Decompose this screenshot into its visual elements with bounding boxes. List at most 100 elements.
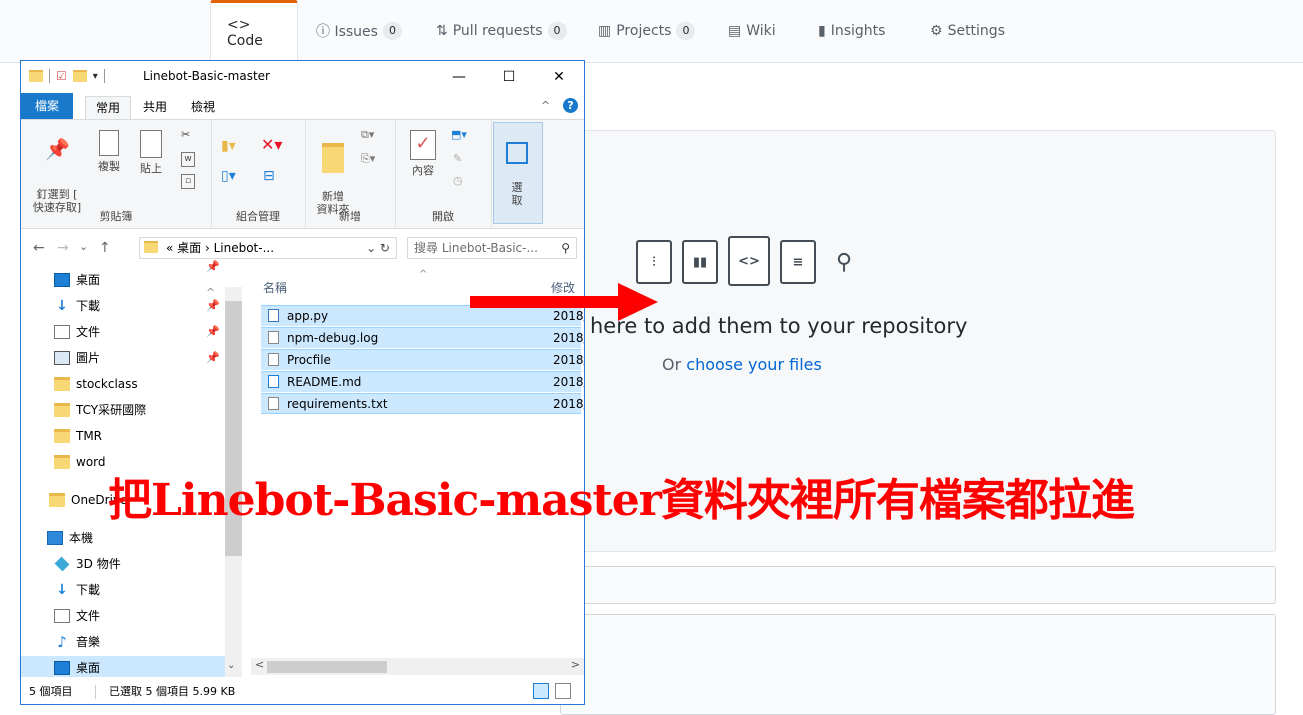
pin-quick-access-button[interactable]: 📌 釘選到 [ 快速存取] — [27, 130, 87, 214]
organize-group: ▮▾ ✕▾ ▯▾ ⊟ 組合管理 — [211, 120, 306, 228]
nav-item-label: 3D 物件 — [76, 557, 121, 571]
copy-path-icon[interactable]: w — [181, 152, 195, 167]
file-scrollbar-thumb[interactable] — [267, 661, 387, 673]
nav-item-tcy[interactable]: TCY采研國際 — [54, 397, 146, 423]
minimize-button[interactable]: — — [441, 65, 477, 89]
pull-request-icon: ⇅ — [436, 23, 448, 39]
recent-locations-icon[interactable]: ⌄ — [79, 240, 88, 253]
tab-insights-label: Insights — [830, 23, 886, 39]
properties-button[interactable]: ✓ 內容 — [405, 130, 441, 177]
new-group: 新增 資料夾 ⧉▾ ⎘▾ 新增 — [305, 120, 396, 228]
nav-item-pictures[interactable]: 圖片 📌 — [54, 345, 220, 371]
edit-icon[interactable]: ✎ — [453, 152, 462, 165]
refresh-icon[interactable]: ⌄ ↻ — [366, 238, 390, 258]
file-row[interactable]: requirements.txt 2018/ — [261, 393, 584, 414]
nav-item-this-pc[interactable]: 本機 — [47, 525, 93, 551]
select-group[interactable]: 選 取 — [493, 122, 543, 224]
nav-item-label: 桌面 — [76, 273, 101, 287]
close-button[interactable]: ✕ — [541, 65, 577, 89]
paste-shortcut-icon[interactable]: ▫ — [181, 174, 195, 189]
file-row[interactable]: Procfile 2018/ — [261, 349, 584, 370]
explorer-titlebar[interactable]: ☑ ▾ Linebot-Basic-master — ☐ ✕ — [21, 61, 584, 92]
new-group-label: 新增 — [339, 210, 361, 223]
commit-summary-input[interactable] — [560, 566, 1276, 604]
copy-button[interactable]: 複製 — [91, 130, 127, 173]
nav-item-desktop-selected[interactable] — [21, 656, 225, 677]
rename-icon[interactable]: ⊟ — [263, 169, 275, 183]
tab-issues[interactable]: ⓘ Issues 0 — [300, 0, 418, 62]
select-button[interactable]: 選 取 — [500, 129, 534, 207]
back-icon[interactable]: ← — [33, 240, 45, 256]
cut-icon[interactable]: ✂ — [181, 128, 190, 141]
nav-item-music[interactable]: ♪ 音樂 — [54, 629, 100, 655]
nav-item-desktop[interactable]: 桌面 📌 ^ — [54, 260, 220, 299]
download-icon: ↓ — [56, 582, 68, 598]
tab-projects[interactable]: ▥ Projects 0 — [582, 0, 711, 62]
history-icon[interactable]: ◷ — [453, 174, 463, 187]
ribbon-tab-view[interactable]: 檢視 — [181, 96, 225, 118]
file-name: app.py — [287, 309, 329, 323]
scroll-left-icon[interactable]: < — [255, 658, 264, 671]
nav-item-label: 文件 — [76, 609, 101, 623]
nav-scroll-down-icon[interactable]: ⌄ — [227, 660, 235, 671]
folder-icon — [54, 377, 70, 391]
nav-item-tmr[interactable]: TMR — [54, 423, 102, 449]
file-date: 2018/ — [553, 331, 584, 345]
tab-code[interactable]: <> Code — [210, 0, 298, 63]
easy-access-icon[interactable]: ⎘▾ — [361, 152, 375, 165]
nav-item-label: 文件 — [76, 325, 101, 339]
tab-pull-requests-label: Pull requests — [452, 23, 543, 39]
status-selected: 已選取 5 個項目 5.99 KB — [109, 685, 236, 698]
new-folder-button[interactable]: 新增 資料夾 — [313, 130, 353, 216]
up-icon[interactable]: ↑ — [99, 240, 111, 256]
nav-item-word[interactable]: word — [54, 449, 106, 475]
maximize-button[interactable]: ☐ — [491, 65, 527, 89]
large-icons-view-icon[interactable] — [555, 683, 571, 699]
open-icon[interactable]: ⬒▾ — [451, 128, 467, 141]
column-header-name[interactable]: 名稱 — [263, 279, 287, 296]
file-row[interactable]: README.md 2018/ — [261, 371, 584, 392]
chart-file-icon: ▮▮ — [682, 240, 718, 284]
nav-item-3d-objects[interactable]: 3D 物件 — [54, 551, 121, 577]
new-folder-icon[interactable] — [72, 70, 87, 82]
collapse-ribbon-icon[interactable]: ^ — [541, 99, 550, 112]
paste-button[interactable]: 貼上 — [133, 130, 169, 175]
scroll-right-icon[interactable]: > — [571, 658, 580, 671]
ribbon-tab-file[interactable]: 檔案 — [21, 93, 74, 119]
address-bar[interactable]: « 桌面 › Linebot-... ⌄ ↻ — [139, 237, 397, 259]
file-date: 2018/ — [553, 375, 584, 389]
nav-item-downloads[interactable]: ↓ 下載 📌 — [54, 293, 220, 319]
customize-toolbar-icon[interactable]: ▾ — [93, 71, 98, 82]
nav-item-desktop-pc[interactable]: 桌面 — [54, 655, 100, 681]
copy-to-icon[interactable]: ▯▾ — [221, 169, 236, 183]
nav-item-downloads-pc[interactable]: ↓ 下載 — [54, 577, 100, 603]
pin-icon: 📌 — [206, 351, 220, 364]
tab-wiki[interactable]: ▤ Wiki — [712, 0, 792, 62]
nav-item-stockclass[interactable]: stockclass — [54, 371, 138, 397]
ribbon-tab-home[interactable]: 常用 — [85, 96, 132, 119]
search-input[interactable]: 搜尋 Linebot-Basic-... ⚲ — [407, 237, 577, 259]
nav-item-documents-pc[interactable]: 文件 — [54, 603, 100, 629]
tab-settings[interactable]: ⚙ Settings — [914, 0, 1021, 62]
tab-wiki-label: Wiki — [746, 23, 776, 39]
ribbon-tab-share[interactable]: 共用 — [133, 96, 177, 118]
forward-icon[interactable]: → — [57, 240, 69, 256]
nav-item-label: 桌面 — [76, 661, 101, 675]
search-icon: ⚲ — [561, 241, 570, 255]
nav-item-documents[interactable]: 文件 📌 — [54, 319, 220, 345]
search-placeholder: 搜尋 Linebot-Basic-... — [414, 241, 538, 255]
details-view-icon[interactable] — [533, 683, 549, 699]
nav-item-label: 本機 — [69, 531, 94, 545]
new-item-icon[interactable]: ⧉▾ — [361, 128, 374, 141]
tab-pull-requests[interactable]: ⇅ Pull requests 0 — [420, 0, 583, 62]
tab-insights[interactable]: ▮ Insights — [802, 0, 901, 62]
move-to-icon[interactable]: ▮▾ — [221, 139, 236, 153]
markdown-file-icon — [268, 375, 279, 388]
file-row[interactable]: npm-debug.log 2018/ — [261, 327, 584, 348]
choose-files-link[interactable]: choose your files — [686, 355, 822, 374]
commit-description-input[interactable] — [560, 614, 1276, 715]
properties-check-icon[interactable]: ☑ — [56, 69, 67, 83]
delete-icon[interactable]: ✕▾ — [261, 137, 282, 153]
help-icon[interactable]: ? — [563, 98, 578, 113]
repo-nav-tabs: <> Code ⓘ Issues 0 ⇅ Pull requests 0 ▥ Proje… — [0, 0, 1303, 63]
